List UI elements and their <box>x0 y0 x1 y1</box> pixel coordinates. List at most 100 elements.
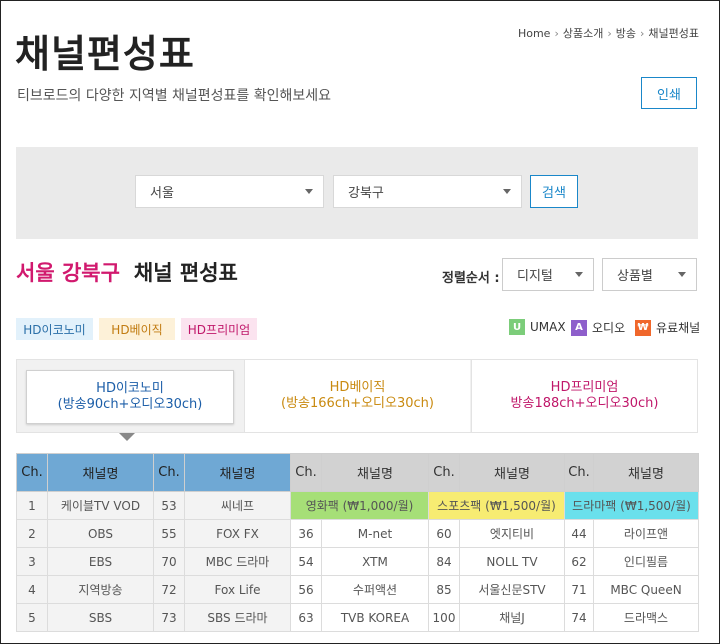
table-row: 5 SBS 73 SBS 드라마 63 TVB KOREA 100 채널J 74 드라맥스 <box>16 603 699 632</box>
district-select-value: 강북구 <box>348 186 384 201</box>
page-title: 채널편성표 <box>15 32 195 76</box>
table-row: 2 OBS 55 FOX FX 36 M-net 60 엣지티비 44 라이프앤 <box>16 519 699 548</box>
table-row: 4 지역방송 72 Fox Life 56 수퍼액션 85 서울신문STV 71 MBC Quee… <box>16 575 699 604</box>
page-subtitle: 티브로드의 다양한 지역별 채널편성표를 확인해보세요 <box>17 88 332 104</box>
channel-name: MBC QueeN <box>593 575 699 604</box>
package-tabs: HD이코노미 (방송90ch+오디오30ch) HD베이직 (방송166ch+오디오3… <box>16 359 698 433</box>
breadcrumb-current: 채널편성표 <box>648 27 699 40</box>
channel-name: 드라맥스 <box>593 603 699 632</box>
legend-item: A 오디오 <box>571 319 625 336</box>
channel-name: EBS <box>47 547 154 576</box>
channel-name: NOLL TV <box>459 547 565 576</box>
channel-table: Ch. 채널명 Ch. 채널명 Ch. 채널명 Ch. 채널명 Ch. 채널명 1 케이블TV VO… <box>16 453 699 632</box>
search-button[interactable]: 검색 <box>530 175 578 208</box>
legend-label: 유료채널 <box>656 321 701 335</box>
legend-icon: A <box>571 319 587 336</box>
channel-number: 2 <box>16 519 48 548</box>
channel-number: 63 <box>290 603 322 632</box>
sort-type-value: 디지털 <box>517 269 553 284</box>
tab-pointer-icon <box>119 433 135 441</box>
channel-number: 4 <box>16 575 48 604</box>
column-header: Ch. <box>16 453 48 492</box>
channel-number: 53 <box>153 491 185 520</box>
package-header: 스포츠팩 (₩1,500/월) <box>428 491 565 520</box>
channel-number: 71 <box>564 575 594 604</box>
channel-name: 채널J <box>459 603 565 632</box>
tab-package[interactable]: HD이코노미 (방송90ch+오디오30ch) <box>26 370 234 424</box>
channel-name: XTM <box>321 547 429 576</box>
channel-name: FOX FX <box>184 519 291 548</box>
channel-name: SBS <box>47 603 154 632</box>
sort-group-value: 상품별 <box>617 269 653 284</box>
sort-group-select[interactable]: 상품별 <box>602 258 697 291</box>
channel-name: 수퍼액션 <box>321 575 429 604</box>
tab-detail: (방송166ch+오디오30ch) <box>281 396 434 411</box>
tab-name: HD이코노미 <box>96 381 164 396</box>
channel-number: 5 <box>16 603 48 632</box>
breadcrumb-products[interactable]: 상품소개 <box>563 25 603 41</box>
channel-number: 73 <box>153 603 185 632</box>
channel-number: 100 <box>428 603 460 632</box>
channel-number: 3 <box>16 547 48 576</box>
chevron-down-icon <box>575 272 583 277</box>
package-header: 드라마팩 (₩1,500/월) <box>564 491 699 520</box>
chevron-right-icon: › <box>639 26 645 40</box>
table-row: 1 케이블TV VOD 53 씨네프 영화팩 (₩1,000/월) 스포츠팩 (₩1,50… <box>16 491 699 520</box>
page-frame: 채널편성표 티브로드의 다양한 지역별 채널편성표를 확인해보세요 Home ›… <box>0 0 720 644</box>
table-row: 3 EBS 70 MBC 드라마 54 XTM 84 NOLL TV 62 인디필름 <box>16 547 699 576</box>
column-header: Ch. <box>428 453 460 492</box>
channel-name: Fox Life <box>184 575 291 604</box>
column-header: Ch. <box>290 453 322 492</box>
section-heading: 서울 강북구 채널 편성표 <box>16 257 238 287</box>
column-header: 채널명 <box>184 453 291 492</box>
channel-number: 72 <box>153 575 185 604</box>
tab-detail: (방송90ch+오디오30ch) <box>57 397 203 412</box>
channel-name: 씨네프 <box>184 491 291 520</box>
section-label: 채널 편성표 <box>133 261 238 285</box>
tab-package[interactable]: HD프리미엄 방송188ch+오디오30ch) <box>471 360 697 432</box>
channel-name: 케이블TV VOD <box>47 491 154 520</box>
breadcrumb-home[interactable]: Home <box>518 27 550 40</box>
channel-name: MBC 드라마 <box>184 547 291 576</box>
legend-icon: U <box>509 319 525 335</box>
channel-number: 74 <box>564 603 594 632</box>
channel-name: TVB KOREA <box>321 603 429 632</box>
channel-number: 44 <box>564 519 594 548</box>
channel-number: 56 <box>290 575 322 604</box>
column-header: 채널명 <box>459 453 565 492</box>
column-header: 채널명 <box>593 453 699 492</box>
channel-name: SBS 드라마 <box>184 603 291 632</box>
legend-label: UMAX <box>530 320 566 334</box>
chevron-down-icon <box>503 189 511 194</box>
package-tag: HD프리미엄 <box>181 318 257 340</box>
district-select[interactable]: 강북구 <box>333 175 522 208</box>
section-region: 서울 강북구 <box>16 261 120 285</box>
package-tag: HD베이직 <box>99 318 175 340</box>
breadcrumb: Home › 상품소개 › 방송 › 채널편성표 <box>518 25 699 41</box>
city-select[interactable]: 서울 <box>135 175 324 208</box>
legend-item: U UMAX <box>509 319 566 335</box>
channel-number: 62 <box>564 547 594 576</box>
channel-number: 55 <box>153 519 185 548</box>
channel-number: 36 <box>290 519 322 548</box>
breadcrumb-broadcast[interactable]: 방송 <box>616 25 636 41</box>
tab-package[interactable]: HD베이직 (방송166ch+오디오30ch) <box>244 360 470 432</box>
chevron-right-icon: › <box>554 26 559 40</box>
sort-type-select[interactable]: 디지털 <box>502 258 594 291</box>
package-header: 영화팩 (₩1,000/월) <box>290 491 429 520</box>
channel-number: 54 <box>290 547 322 576</box>
column-header: 채널명 <box>47 453 154 492</box>
print-button[interactable]: 인쇄 <box>641 77 697 109</box>
column-header: Ch. <box>153 453 185 492</box>
channel-name: OBS <box>47 519 154 548</box>
channel-number: 84 <box>428 547 460 576</box>
channel-name: 지역방송 <box>47 575 154 604</box>
channel-number: 85 <box>428 575 460 604</box>
tab-name: HD프리미엄 <box>550 380 619 395</box>
channel-name: 서울신문STV <box>459 575 565 604</box>
package-tag: HD이코노미 <box>16 318 93 340</box>
channel-number: 60 <box>428 519 460 548</box>
channel-name: 엣지티비 <box>459 519 565 548</box>
channel-name: M-net <box>321 519 429 548</box>
channel-name: 라이프앤 <box>593 519 699 548</box>
